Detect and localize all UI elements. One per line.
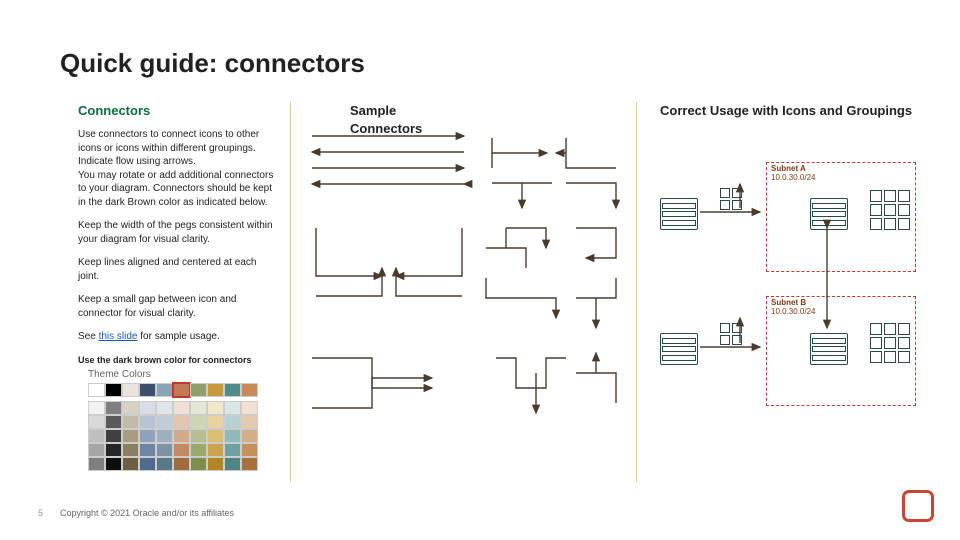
color-swatch[interactable]: [241, 443, 258, 457]
color-swatch[interactable]: [207, 443, 224, 457]
color-swatch[interactable]: [139, 383, 156, 397]
color-swatch[interactable]: [105, 383, 122, 397]
color-swatch[interactable]: [105, 401, 122, 415]
color-swatch[interactable]: [224, 415, 241, 429]
color-swatch[interactable]: [156, 415, 173, 429]
color-swatch[interactable]: [156, 429, 173, 443]
color-swatch[interactable]: [139, 457, 156, 471]
color-swatch[interactable]: [207, 457, 224, 471]
color-swatch[interactable]: [88, 401, 105, 415]
color-swatch[interactable]: [241, 457, 258, 471]
color-swatch[interactable]: [122, 443, 139, 457]
col-head-right: Correct Usage with Icons and Groupings: [660, 102, 920, 120]
color-swatch[interactable]: [88, 443, 105, 457]
color-swatch[interactable]: [173, 457, 190, 471]
color-swatch[interactable]: [88, 457, 105, 471]
color-swatch[interactable]: [122, 457, 139, 471]
para: Keep a small gap between icon and connec…: [78, 293, 278, 320]
color-swatch[interactable]: [88, 415, 105, 429]
color-swatch[interactable]: [139, 429, 156, 443]
color-swatch[interactable]: [207, 429, 224, 443]
color-swatch[interactable]: [224, 429, 241, 443]
color-swatch[interactable]: [190, 415, 207, 429]
color-swatch[interactable]: [190, 443, 207, 457]
theme-colors-label: Theme Colors: [88, 368, 278, 382]
color-swatch[interactable]: [105, 429, 122, 443]
color-swatch[interactable]: [190, 429, 207, 443]
divider: [636, 102, 637, 482]
color-swatch[interactable]: [241, 383, 258, 397]
color-swatch[interactable]: [88, 383, 105, 397]
color-swatch[interactable]: [224, 383, 241, 397]
color-swatch[interactable]: [190, 383, 207, 397]
divider: [290, 102, 291, 482]
page-number: 5: [38, 508, 43, 518]
color-swatch[interactable]: [156, 443, 173, 457]
sample-connectors-figure: [306, 128, 626, 428]
color-swatch[interactable]: [207, 383, 224, 397]
oracle-logo-icon: [902, 490, 934, 522]
color-swatch[interactable]: [207, 415, 224, 429]
color-swatch[interactable]: [156, 383, 173, 397]
para: See this slide for sample usage.: [78, 330, 278, 344]
color-swatch[interactable]: [241, 401, 258, 415]
color-swatch[interactable]: [224, 457, 241, 471]
color-palette: [88, 383, 260, 471]
slide: Quick guide: connectors Connectors Sampl…: [0, 0, 960, 540]
color-swatch[interactable]: [224, 401, 241, 415]
col-head-left: Connectors: [78, 102, 278, 120]
usage-figure: Subnet A10.0.30.0/24 Subnet B10.0.30.0/2…: [660, 128, 930, 458]
color-swatch[interactable]: [156, 401, 173, 415]
color-swatch[interactable]: [139, 401, 156, 415]
color-swatch[interactable]: [122, 383, 139, 397]
para: Use connectors to connect icons to other…: [78, 128, 278, 209]
color-swatch[interactable]: [105, 457, 122, 471]
color-swatch[interactable]: [88, 429, 105, 443]
color-swatch[interactable]: [241, 415, 258, 429]
color-swatch[interactable]: [122, 401, 139, 415]
color-swatch[interactable]: [207, 401, 224, 415]
color-swatch[interactable]: [105, 443, 122, 457]
color-swatch[interactable]: [173, 383, 190, 397]
color-swatch[interactable]: [241, 429, 258, 443]
color-swatch[interactable]: [173, 401, 190, 415]
color-swatch[interactable]: [190, 401, 207, 415]
para: Keep the width of the pegs consistent wi…: [78, 219, 278, 246]
color-swatch[interactable]: [139, 415, 156, 429]
para: Keep lines aligned and centered at each …: [78, 256, 278, 283]
color-swatch[interactable]: [190, 457, 207, 471]
swatch-note: Use the dark brown color for connectors: [78, 354, 278, 366]
sample-usage-link[interactable]: this slide: [99, 331, 138, 342]
slide-title: Quick guide: connectors: [60, 48, 365, 79]
color-swatch[interactable]: [105, 415, 122, 429]
color-swatch[interactable]: [224, 443, 241, 457]
color-swatch[interactable]: [122, 429, 139, 443]
color-swatch[interactable]: [122, 415, 139, 429]
body-text: Use connectors to connect icons to other…: [78, 128, 278, 471]
color-swatch[interactable]: [173, 429, 190, 443]
copyright: Copyright © 2021 Oracle and/or its affil…: [60, 508, 234, 518]
color-swatch[interactable]: [173, 443, 190, 457]
color-swatch[interactable]: [139, 443, 156, 457]
color-swatch[interactable]: [173, 415, 190, 429]
color-swatch[interactable]: [156, 457, 173, 471]
